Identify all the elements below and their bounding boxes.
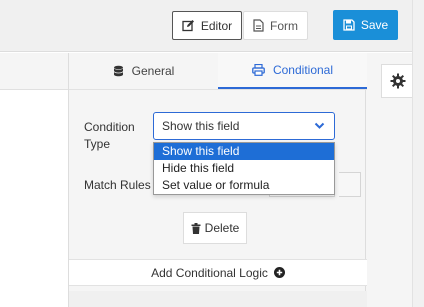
add-conditional-logic-button[interactable]: Add Conditional Logic xyxy=(69,259,367,286)
match-rules-secondary[interactable] xyxy=(339,172,361,197)
plus-circle-icon xyxy=(273,267,285,278)
form-button-label: Form xyxy=(270,18,298,33)
form-canvas xyxy=(0,53,68,307)
gear-icon xyxy=(390,73,405,89)
option-set-value-or-formula[interactable]: Set value or formula xyxy=(154,177,334,194)
delete-button[interactable]: Delete xyxy=(183,212,247,244)
condition-type-value: Show this field xyxy=(162,119,240,133)
trash-icon xyxy=(191,222,201,234)
option-hide-this-field[interactable]: Hide this field xyxy=(154,160,334,177)
top-toolbar: Editor Form Save xyxy=(0,0,412,52)
file-icon xyxy=(253,19,264,32)
save-button-label: Save xyxy=(360,18,389,32)
condition-type-dropdown: Show this field Hide this field Set valu… xyxy=(153,142,335,195)
floppy-icon xyxy=(343,19,355,31)
tab-conditional[interactable]: Conditional xyxy=(218,53,367,89)
scrollbar[interactable] xyxy=(412,0,424,307)
tab-general-label: General xyxy=(131,64,175,78)
settings-tabs: General Conditional xyxy=(69,53,367,90)
add-conditional-logic-label: Add Conditional Logic xyxy=(151,265,268,280)
chevron-down-icon xyxy=(314,122,325,129)
edit-icon xyxy=(182,20,194,32)
condition-type-label: Condition Type xyxy=(84,120,135,151)
canvas-header-strip xyxy=(0,53,68,90)
editor-button-label: Editor xyxy=(200,18,233,33)
database-icon xyxy=(113,65,124,77)
condition-type-select[interactable]: Show this field xyxy=(153,112,335,140)
tab-conditional-label: Conditional xyxy=(272,63,334,77)
settings-toggle-button[interactable] xyxy=(381,64,413,98)
delete-button-label: Delete xyxy=(204,221,240,235)
field-settings-panel: General Conditional Condition Type Show … xyxy=(68,53,367,307)
tab-general[interactable]: General xyxy=(69,53,218,89)
option-show-this-field[interactable]: Show this field xyxy=(154,143,334,160)
form-button[interactable]: Form xyxy=(243,11,308,40)
match-rules-label: Match Rules xyxy=(84,178,151,192)
panel-footer-strip xyxy=(69,291,367,307)
save-button[interactable]: Save xyxy=(333,10,398,40)
print-icon xyxy=(252,64,265,76)
editor-button[interactable]: Editor xyxy=(172,11,242,40)
